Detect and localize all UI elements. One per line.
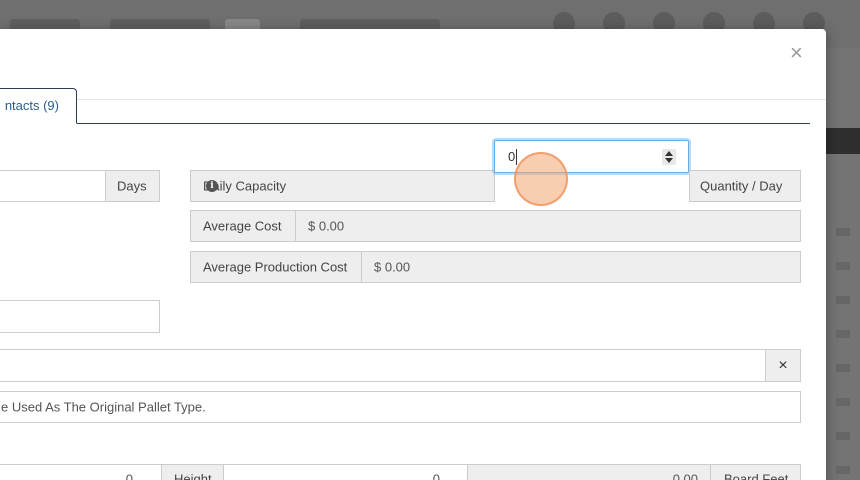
background-row — [836, 364, 850, 372]
spinner-up-icon[interactable] — [665, 151, 673, 156]
average-cost-field: $ 0.00 — [295, 210, 801, 242]
number-spinner[interactable] — [662, 149, 676, 165]
background-row — [836, 432, 850, 440]
background-row — [836, 330, 850, 338]
avg-production-cost-addon: Average Production Cost — [190, 251, 362, 283]
average-cost-label: Average Cost — [203, 218, 282, 234]
lead-time-input[interactable] — [0, 170, 106, 202]
average-cost-value: $ 0.00 — [308, 218, 345, 234]
avg-production-cost-label: Average Production Cost — [203, 259, 348, 275]
quantity-day-label: Quantity / Day — [700, 178, 783, 194]
dimension-value: 0 — [125, 471, 133, 480]
daily-capacity-addon: Daily Capacity i — [190, 170, 495, 202]
tab-contacts[interactable]: ntacts (9) — [0, 88, 77, 124]
daily-capacity-value: 0 — [508, 149, 516, 164]
height-label: Height — [174, 471, 212, 480]
board-feet-label: Board Feet — [724, 471, 789, 480]
modal-header: × — [0, 29, 826, 100]
pallet-note-text: e Used As The Original Pallet Type. — [1, 399, 206, 415]
background-row — [836, 296, 850, 304]
avg-production-cost-value: $ 0.00 — [374, 259, 411, 275]
pallet-select-input[interactable] — [0, 349, 766, 382]
left-text-input[interactable] — [0, 300, 160, 333]
board-feet-value: 0.00 — [672, 471, 698, 480]
avg-production-cost-field: $ 0.00 — [361, 251, 801, 283]
text-cursor — [516, 149, 517, 165]
quantity-day-addon: Quantity / Day — [689, 170, 801, 202]
board-feet-field: 0.00 — [467, 464, 711, 480]
days-addon: Days — [105, 170, 160, 202]
info-icon[interactable]: i — [206, 180, 218, 192]
height-value: 0 — [432, 471, 440, 480]
background-row — [836, 466, 850, 474]
background-row — [836, 262, 850, 270]
height-input[interactable]: 0 — [223, 464, 468, 480]
background-button — [826, 128, 860, 154]
tab-bar-divider — [0, 123, 810, 124]
tab-contacts-label: ntacts (9) — [4, 98, 59, 113]
background-row — [836, 398, 850, 406]
days-label: Days — [117, 178, 147, 194]
average-cost-addon: Average Cost — [190, 210, 296, 242]
height-addon: Height — [161, 464, 224, 480]
spinner-down-icon[interactable] — [665, 158, 673, 163]
pallet-note-field: e Used As The Original Pallet Type. — [0, 391, 801, 423]
background-row — [836, 228, 850, 236]
click-indicator — [514, 152, 568, 206]
dimension-input[interactable]: 0 — [0, 464, 162, 480]
clear-button[interactable]: × — [765, 349, 801, 382]
close-icon[interactable]: × — [790, 42, 803, 64]
board-feet-addon: Board Feet — [710, 464, 801, 480]
